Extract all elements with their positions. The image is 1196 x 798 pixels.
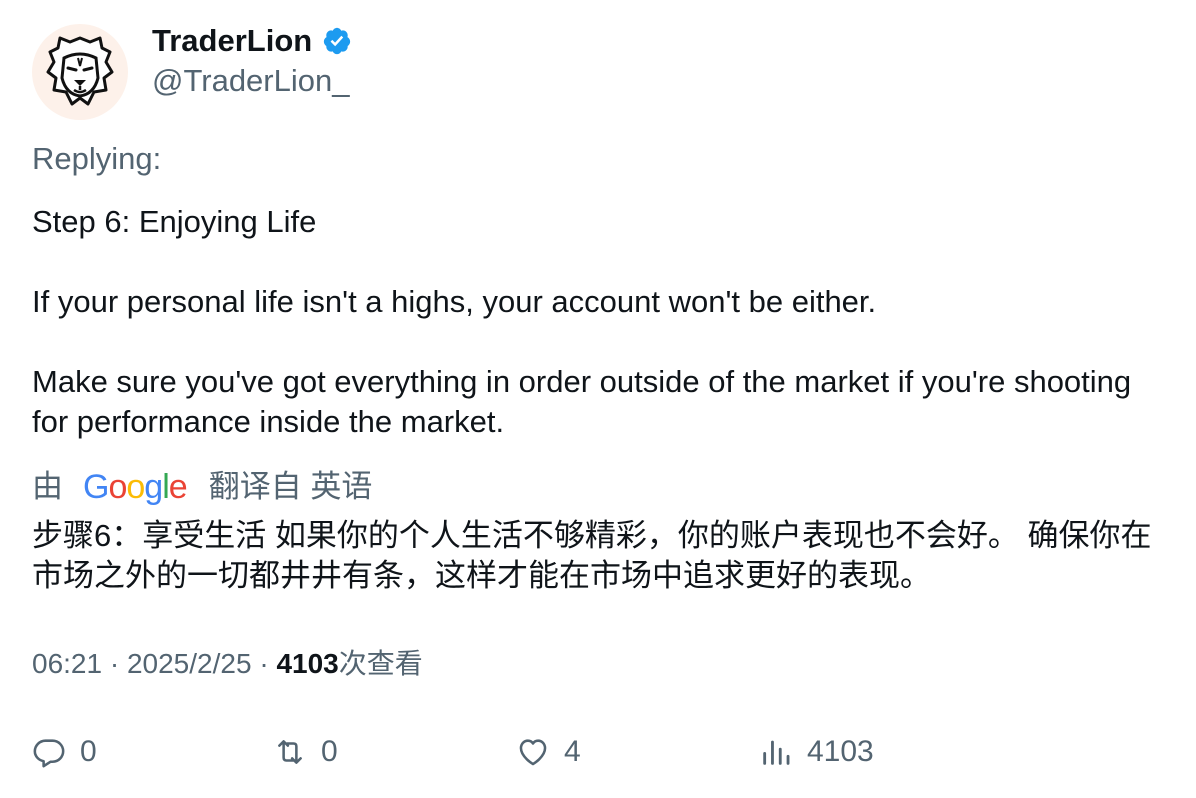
lion-icon [46, 36, 114, 106]
retweet-count: 0 [321, 735, 338, 768]
translated-text: 步骤6：享受生活 如果你的个人生活不够精彩，你的账户表现也不会好。 确保你在市场… [32, 518, 1152, 593]
author-handle[interactable]: @TraderLion_ [152, 62, 349, 100]
google-logo: Google [83, 468, 188, 506]
views-count: 4103 [276, 648, 339, 679]
author-name[interactable]: TraderLion [152, 22, 352, 60]
tweet-paragraph: Step 6: Enjoying Life [32, 204, 317, 239]
translated-by-prefix: 由 [32, 469, 63, 504]
translated-by[interactable]: 由 Google 翻译自 英语 [32, 466, 372, 508]
tweet-paragraph: If your personal life isn't a highs, you… [32, 284, 877, 319]
analytics-icon [763, 740, 790, 765]
retweet-icon [278, 740, 302, 764]
action-bar: 0 0 4 4103 [0, 728, 1196, 778]
heart-icon [519, 739, 547, 766]
retweet-button[interactable]: 0 [273, 728, 338, 776]
tweet-text: Step 6: Enjoying Life If your personal l… [32, 202, 1162, 442]
verified-badge-icon [324, 27, 351, 55]
author-display-name[interactable]: TraderLion [152, 22, 312, 60]
views-button[interactable]: 4103 [759, 728, 874, 776]
like-button[interactable]: 4 [516, 728, 581, 776]
tweet-meta: 06:21 · 2025/2/25 · 4103次查看 [32, 648, 423, 679]
tweet-date[interactable]: 2025/2/25 [127, 648, 252, 679]
reply-icon [33, 739, 65, 768]
reply-count: 0 [80, 735, 97, 768]
tweet-paragraph: Make sure you've got everything in order… [32, 364, 1132, 439]
translated-by-suffix: 翻译自 英语 [208, 469, 373, 504]
views-label: 次查看 [338, 648, 423, 679]
reply-button[interactable]: 0 [32, 728, 97, 776]
like-count: 4 [564, 735, 581, 768]
avatar[interactable] [32, 24, 128, 120]
replying-label: Replying: [32, 141, 162, 176]
views-action-count: 4103 [807, 735, 874, 768]
tweet-time[interactable]: 06:21 [32, 648, 102, 679]
